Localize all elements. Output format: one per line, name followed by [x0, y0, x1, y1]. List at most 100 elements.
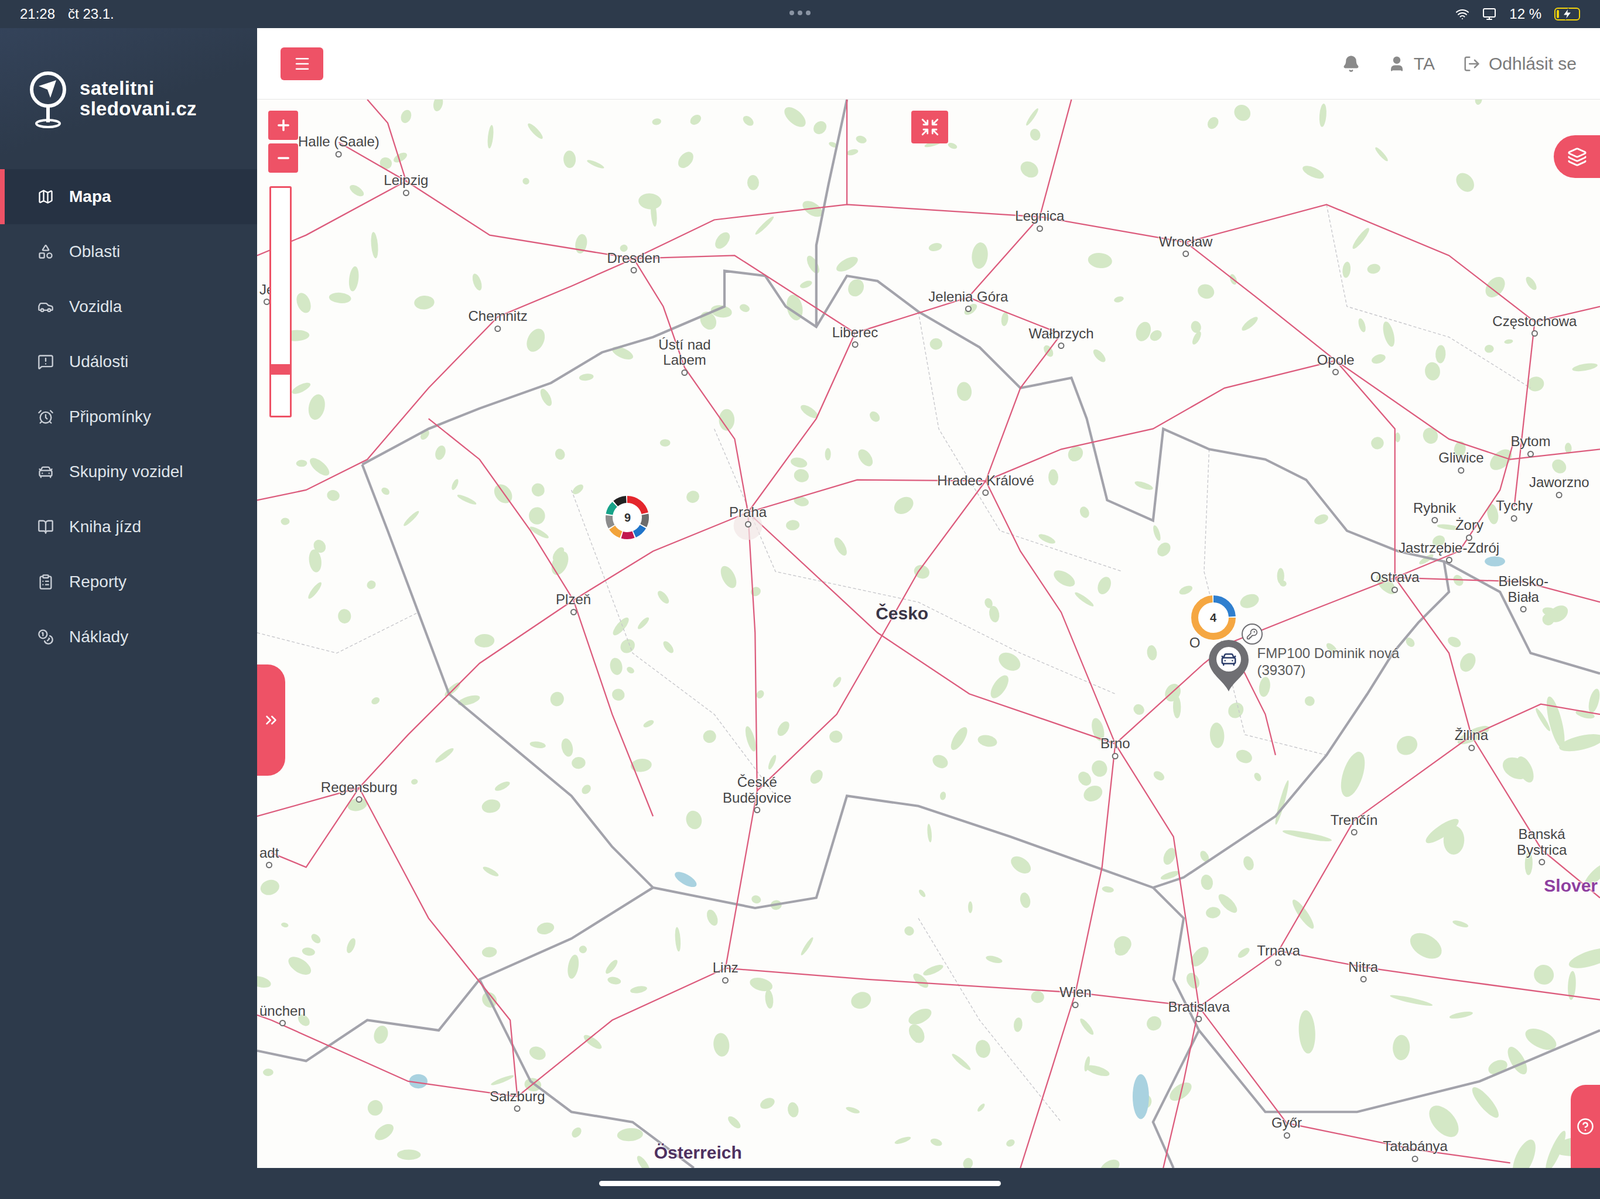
city-label: Brno	[1100, 736, 1131, 760]
cluster-count: 4	[1190, 594, 1237, 642]
layers-icon	[1567, 146, 1588, 167]
city-label: Győr	[1271, 1115, 1302, 1139]
city-label: Rybnik	[1413, 500, 1456, 524]
city-dot	[1182, 250, 1189, 258]
car-icon	[1219, 650, 1238, 669]
sidebar-item[interactable]: Události	[0, 334, 258, 390]
city-label: Hradec Králové	[937, 473, 1034, 497]
zoom-out-button[interactable]	[268, 143, 299, 173]
help-icon	[1576, 1118, 1595, 1136]
car-icon	[37, 298, 54, 316]
status-bar: 21:28 čt 23.1. 12 %	[0, 0, 1600, 29]
sidebar: satelitnisledovani.cz MapaOblastiVozidlaU…	[0, 28, 258, 1169]
city-label: Częstochowa	[1492, 313, 1577, 337]
city-label: Dresden	[607, 250, 661, 274]
country-label: Österreich	[654, 1143, 743, 1163]
screen-mirror-icon	[1482, 7, 1497, 22]
city-label: Wrocław	[1159, 234, 1213, 258]
battery-icon	[1554, 7, 1581, 21]
city-dot	[1520, 606, 1527, 613]
help-button[interactable]	[1570, 1085, 1600, 1169]
bell-icon[interactable]	[1342, 55, 1360, 73]
sidebar-item[interactable]: Skupiny vozidel	[0, 444, 258, 500]
logout-link[interactable]: Odhlásit se	[1462, 53, 1577, 74]
zoom-handle[interactable]	[271, 364, 290, 375]
city-label: O	[1189, 635, 1201, 651]
sidebar-item[interactable]: Kniha jízd	[0, 499, 258, 555]
vehicle-cluster[interactable]: 9	[604, 494, 651, 541]
vehicle-cluster[interactable]: 4	[1190, 594, 1237, 642]
city-dot	[753, 807, 761, 814]
city-dot	[852, 341, 859, 348]
sidebar-item[interactable]: Oblasti	[0, 224, 258, 280]
city-label: Praha	[729, 504, 767, 528]
city-label: Wałbrzych	[1028, 326, 1094, 350]
city-dot	[1531, 330, 1538, 337]
city-dot	[1445, 556, 1453, 564]
plus-icon	[275, 117, 292, 134]
city-label: Trenčín	[1330, 812, 1378, 836]
shrink-icon	[920, 117, 940, 138]
book-icon	[37, 518, 54, 536]
sidebar-item[interactable]: Náklady	[0, 609, 258, 665]
alarm-icon	[37, 408, 54, 426]
dot	[797, 10, 803, 16]
fit-map-button[interactable]	[911, 110, 949, 144]
city-label: Liberec	[832, 325, 879, 348]
city-dot	[1412, 1156, 1419, 1163]
city-dot	[1468, 744, 1475, 752]
layers-button[interactable]	[1553, 135, 1600, 179]
city-dot	[1036, 225, 1044, 232]
city-dot	[514, 1105, 521, 1113]
city-label: Bratislava	[1167, 999, 1230, 1023]
charging-bolt-icon	[1561, 7, 1574, 21]
minus-icon	[275, 149, 292, 167]
city-label: Tychy	[1495, 498, 1533, 522]
city-dot	[982, 489, 990, 497]
status-date: čt 23.1.	[67, 5, 115, 23]
user-menu[interactable]: TA	[1387, 53, 1435, 74]
multitask-dots[interactable]	[789, 10, 811, 16]
logo[interactable]: satelitnisledovani.cz	[0, 28, 258, 170]
map[interactable]: Halle (Saale)LeipzigDresdenChemnitzÚstí …	[257, 99, 1600, 1169]
city-dot	[402, 189, 410, 197]
city-dot	[1431, 517, 1438, 524]
city-label: ünchen	[259, 1003, 306, 1027]
report-icon	[37, 573, 54, 591]
logo-text: satelitnisledovani.cz	[79, 78, 197, 119]
sidebar-item[interactable]: Mapa	[0, 169, 258, 225]
coins-icon	[37, 628, 54, 646]
map-tiles	[257, 99, 1600, 1169]
bottom-bar	[0, 1168, 1600, 1199]
city-label: Żory	[1455, 517, 1484, 541]
city-dot	[1465, 534, 1473, 542]
zoom-in-button[interactable]	[268, 110, 299, 140]
sidebar-item[interactable]: Reporty	[0, 554, 258, 610]
vehicle-marker[interactable]	[1206, 638, 1251, 693]
city-label: Wien	[1059, 985, 1092, 1008]
logout-icon	[1462, 55, 1481, 73]
status-time: 21:28	[19, 5, 56, 23]
city-dot	[1275, 959, 1282, 967]
city-dot	[1391, 586, 1398, 594]
home-indicator[interactable]	[599, 1181, 1001, 1187]
top-bar: TA Odhlásit se	[257, 28, 1600, 100]
city-dot	[1457, 467, 1465, 474]
city-label: adt	[259, 845, 279, 869]
menu-toggle-button[interactable]	[280, 47, 324, 81]
city-dot	[494, 325, 502, 333]
wifi-icon	[1455, 7, 1470, 22]
dot	[789, 10, 795, 16]
battery-percent: 12 %	[1509, 5, 1542, 23]
sidebar-item[interactable]: Připomínky	[0, 389, 258, 445]
city-label: Ústí nad Labem	[658, 337, 711, 376]
zoom-slider[interactable]	[269, 186, 292, 418]
city-label: Trnava	[1256, 943, 1301, 967]
city-dot	[965, 305, 972, 313]
panel-toggle-button[interactable]	[257, 664, 286, 776]
city-label: Legnica	[1014, 208, 1065, 232]
city-dot	[630, 267, 637, 274]
sidebar-item[interactable]: Vozidla	[0, 279, 258, 335]
city-label: Bytom	[1510, 433, 1551, 457]
city-label: Banská Bystrica	[1516, 826, 1567, 866]
